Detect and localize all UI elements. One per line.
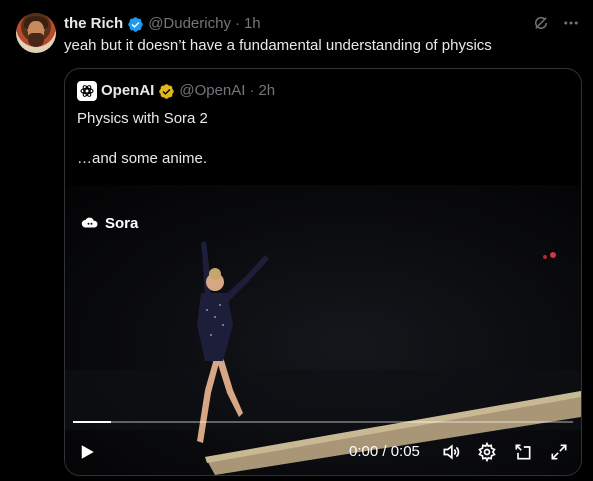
avatar[interactable] [16,13,56,53]
quoted-post[interactable]: OpenAI @OpenAI · 2h Physics with Sora 2 … [64,68,582,476]
grok-icon[interactable] [531,13,551,33]
video-time: 0:00 / 0:05 [349,443,420,460]
quoted-handle[interactable]: @OpenAI [179,81,245,101]
more-icon[interactable] [561,13,581,33]
post-header: the Rich @Duderichy · 1h [64,14,261,34]
quoted-separator-dot: · [249,82,255,99]
separator-dot: · [234,15,240,32]
quoted-header: OpenAI @OpenAI · 2h [77,81,275,101]
video-controls: 0:00 / 0:05 [65,437,581,467]
sora-watermark: Sora [81,214,138,232]
video-frame [65,241,581,475]
verified-gold-badge-icon[interactable] [158,83,175,100]
play-icon[interactable] [78,443,96,461]
quoted-time[interactable]: 2h [258,81,275,101]
video-player[interactable]: Sora 0:00 / 0:05 [65,185,581,475]
post-actions-top [531,13,581,33]
sora-cloud-icon [81,217,98,228]
verified-badge-icon[interactable] [127,16,144,33]
fullscreen-icon[interactable] [549,442,569,462]
video-progress-bar[interactable] [73,421,573,423]
sora-label: Sora [105,214,139,232]
author-handle[interactable]: @Duderichy [148,14,231,34]
author-name[interactable]: the Rich [64,14,123,34]
video-progress-fill [73,421,111,423]
post-time[interactable]: 1h [244,14,261,34]
settings-icon[interactable] [477,442,497,462]
pip-icon[interactable] [513,442,533,462]
post-text: yeah but it doesn’t have a fundamental u… [64,37,492,54]
avatar-beard [28,33,44,47]
openai-logo-icon[interactable] [77,81,97,101]
quoted-text: Physics with Sora 2 …and some anime. [77,110,208,167]
volume-icon[interactable] [441,442,461,462]
quoted-author-name[interactable]: OpenAI [101,81,154,101]
